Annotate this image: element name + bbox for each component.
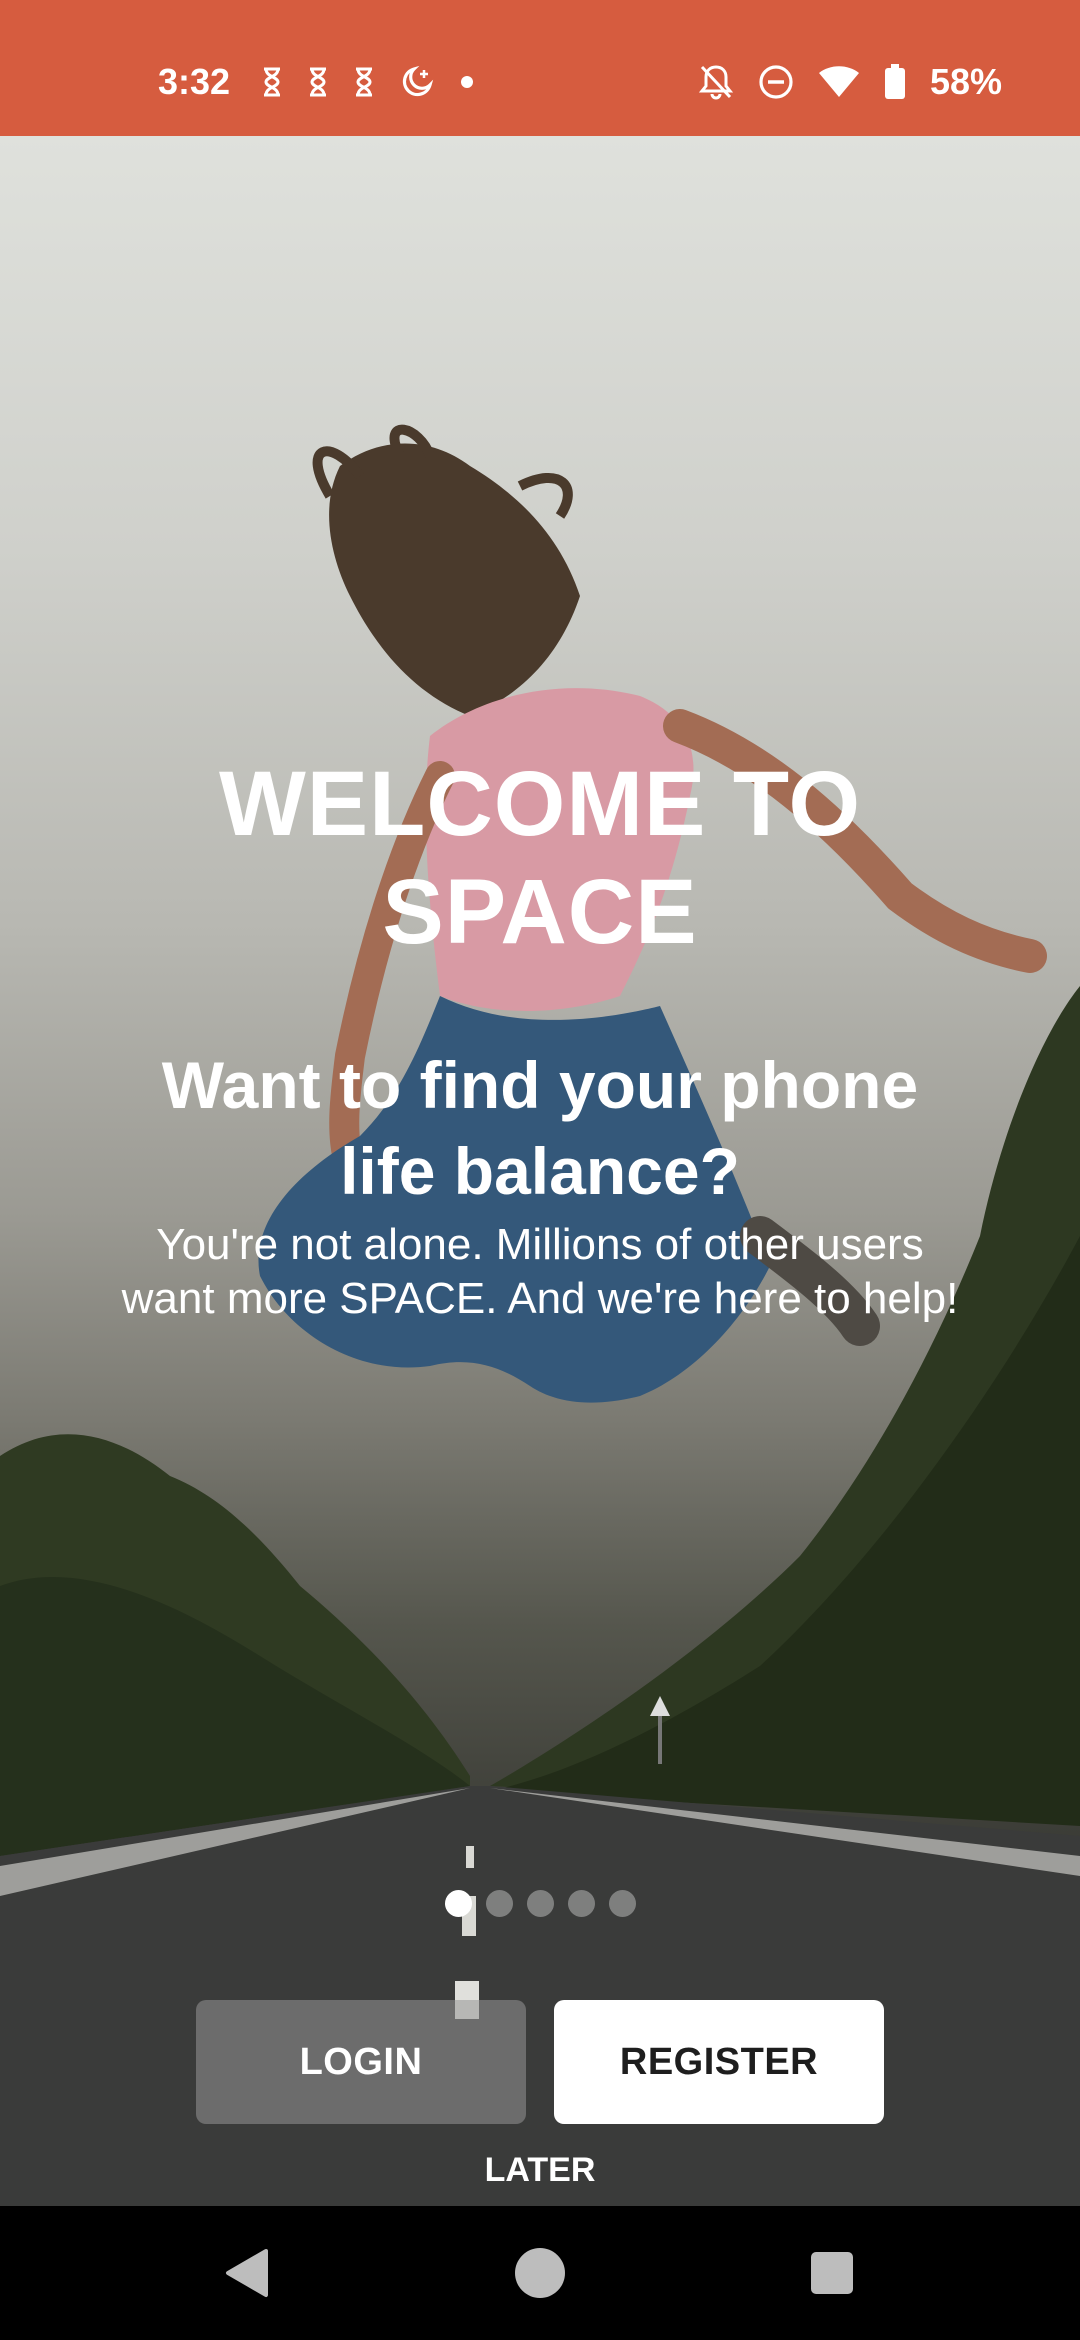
page-dot[interactable]	[526, 1890, 554, 1917]
page-dot[interactable]	[608, 1890, 636, 1917]
login-button[interactable]: LOGIN	[196, 2000, 526, 2124]
do-not-disturb-icon	[759, 65, 793, 99]
page-dot[interactable]	[567, 1890, 595, 1917]
page-dot[interactable]	[444, 1890, 472, 1917]
welcome-title-line1: WELCOME TO	[218, 753, 862, 855]
bedtime-icon	[402, 65, 434, 97]
back-button[interactable]	[186, 2206, 306, 2340]
welcome-subtitle: Want to find your phone life balance?	[80, 1042, 1000, 1214]
hourglass-icon	[264, 67, 280, 97]
body-line1: You're not alone. Millions of other user…	[156, 1220, 924, 1269]
body-line2: want more SPACE. And we're here to help!	[121, 1274, 959, 1323]
welcome-title: WELCOME TO SPACE	[0, 750, 1080, 966]
status-time: 3:32	[158, 61, 231, 102]
status-bar: 3:32 58%	[0, 0, 1080, 136]
battery-icon	[884, 64, 905, 99]
page-dot[interactable]	[485, 1890, 513, 1917]
wifi-icon	[818, 66, 859, 97]
page-indicator	[0, 1890, 1080, 1917]
home-button[interactable]	[480, 2206, 600, 2340]
hourglass-icon	[356, 67, 372, 97]
welcome-title-line2: SPACE	[382, 861, 698, 963]
register-button[interactable]: REGISTER	[554, 2000, 884, 2124]
notification-dot-icon	[461, 76, 473, 88]
subtitle-line2: life balance?	[340, 1134, 740, 1208]
bell-off-icon	[698, 65, 734, 100]
hourglass-icon	[310, 67, 326, 97]
status-icons-right: 58%	[698, 58, 1002, 106]
subtitle-line1: Want to find your phone	[161, 1048, 919, 1122]
later-link[interactable]: LATER	[0, 2148, 1080, 2192]
welcome-body: You're not alone. Millions of other user…	[60, 1218, 1020, 1326]
navigation-bar	[0, 2206, 1080, 2340]
recents-button[interactable]	[772, 2206, 892, 2340]
home-icon	[515, 2248, 565, 2298]
back-icon	[226, 2249, 268, 2297]
status-icons-left	[262, 60, 474, 104]
recents-icon	[811, 2252, 853, 2294]
battery-percentage: 58%	[929, 61, 1002, 102]
